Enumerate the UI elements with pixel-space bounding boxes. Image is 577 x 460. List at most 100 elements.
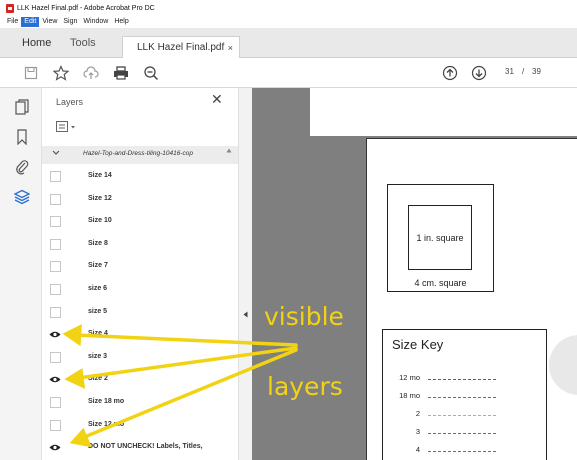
- page-separator: /: [522, 67, 525, 76]
- layers-close-button[interactable]: ✕: [211, 91, 223, 108]
- tab-document[interactable]: LLK Hazel Final.pdf ×: [122, 36, 240, 58]
- annotation-visible: visible: [264, 302, 344, 331]
- eye-visibility-icon[interactable]: [49, 330, 61, 339]
- tab-close-button[interactable]: ×: [228, 37, 233, 59]
- layer-visibility-checkbox[interactable]: [50, 193, 61, 205]
- panel-splitter[interactable]: [238, 88, 252, 460]
- layer-label: Size 12: [88, 194, 112, 202]
- tab-document-label: LLK Hazel Final.pdf: [137, 42, 225, 53]
- layer-label: DO NOT UNCHECK! Labels, Titles,: [88, 443, 203, 451]
- size-key-row: 4: [383, 445, 548, 459]
- total-pages: 39: [532, 67, 541, 76]
- print-icon[interactable]: [112, 64, 130, 82]
- layer-visibility-checkbox[interactable]: [50, 261, 61, 273]
- layer-label: Size 14: [88, 172, 112, 179]
- eye-visibility-icon[interactable]: [49, 443, 61, 452]
- cloud-upload-icon[interactable]: [82, 64, 100, 82]
- size-key-line: [428, 397, 496, 398]
- size-key-box: Size Key 12 mo 18 mo 2 3 4: [382, 329, 547, 460]
- layer-visibility-checkbox[interactable]: [50, 397, 61, 408]
- size-key-label: 18 mo: [399, 391, 420, 400]
- layer-group-label: Hazel-Top-and-Dress-tiling-10416-cop: [83, 150, 193, 157]
- layers-panel-title: Layers: [56, 97, 84, 107]
- size-key-line: [428, 415, 496, 416]
- inner-square-label: 1 in. square: [416, 232, 464, 243]
- layer-row[interactable]: Size 8: [42, 234, 238, 256]
- layer-visibility-checkbox[interactable]: [50, 171, 61, 182]
- inner-test-square: 1 in. square: [408, 205, 472, 270]
- menu-bar: File Edit View Sign Window Help: [0, 16, 577, 28]
- layer-row[interactable]: Size 2: [42, 369, 238, 391]
- layer-row[interactable]: Size 14: [42, 166, 238, 188]
- document-viewport[interactable]: 1 in. square 4 cm. square Size Key 12 mo…: [252, 88, 577, 460]
- layer-visibility-checkbox[interactable]: [50, 419, 61, 431]
- attachments-icon[interactable]: [13, 158, 31, 176]
- annotation-layers: layers: [267, 372, 343, 401]
- menu-file[interactable]: File: [4, 17, 21, 27]
- collapse-panel-icon[interactable]: [243, 311, 248, 320]
- size-key-label: 2: [415, 409, 420, 418]
- save-icon[interactable]: [22, 64, 40, 82]
- page-down-icon[interactable]: [470, 64, 488, 82]
- layers-options-menu[interactable]: [56, 120, 78, 134]
- layer-label: size 6: [88, 285, 108, 292]
- layer-visibility-checkbox[interactable]: [50, 238, 61, 250]
- layer-row[interactable]: Size 4: [42, 324, 238, 346]
- size-key-label: 12 mo: [399, 373, 420, 382]
- layer-row[interactable]: Size 12: [42, 189, 238, 211]
- menu-sign[interactable]: Sign: [60, 17, 80, 27]
- layer-row[interactable]: size 3: [42, 347, 238, 369]
- layer-visibility-checkbox[interactable]: [50, 284, 61, 295]
- layer-row[interactable]: size 5: [42, 302, 238, 324]
- outer-square-label: 4 cm. square: [414, 278, 467, 288]
- size-key-title: Size Key: [392, 337, 444, 352]
- window-title: LLK Hazel Final.pdf - Adobe Acrobat Pro …: [17, 4, 155, 12]
- zoom-out-icon[interactable]: [142, 64, 160, 82]
- tab-bar: Home Tools LLK Hazel Final.pdf ×: [0, 28, 577, 58]
- chevron-down-icon[interactable]: [52, 149, 60, 158]
- layer-label: Size 10: [88, 217, 112, 225]
- size-key-row: 12 mo: [383, 373, 548, 387]
- layer-label: Size 7: [88, 262, 108, 270]
- layer-row[interactable]: Size 12 mo: [42, 415, 238, 437]
- layer-label: size 5: [88, 307, 108, 315]
- layer-row[interactable]: size 6: [42, 279, 238, 301]
- size-key-row: 2: [383, 409, 548, 423]
- menu-window[interactable]: Window: [80, 17, 111, 27]
- pdf-page-current: 1 in. square 4 cm. square Size Key 12 mo…: [366, 138, 577, 460]
- outer-test-square: 1 in. square 4 cm. square: [387, 184, 494, 292]
- size-key-row: 18 mo: [383, 391, 548, 405]
- tab-home[interactable]: Home: [22, 34, 51, 58]
- size-key-line: [428, 379, 496, 380]
- layers-icon[interactable]: [13, 188, 31, 206]
- page-up-icon[interactable]: [441, 64, 459, 82]
- toolbar: 31 / 39: [0, 58, 577, 88]
- menu-view[interactable]: View: [39, 17, 60, 27]
- eye-visibility-icon[interactable]: [49, 375, 61, 384]
- layer-row[interactable]: DO NOT UNCHECK! Labels, Titles,: [42, 437, 238, 459]
- current-page-field[interactable]: 31: [505, 67, 514, 76]
- layer-row[interactable]: Size 10: [42, 211, 238, 233]
- layer-group-header[interactable]: Hazel-Top-and-Dress-tiling-10416-cop: [42, 146, 238, 164]
- size-key-row: 3: [383, 427, 548, 441]
- layer-row[interactable]: Size 18 mo: [42, 392, 238, 414]
- size-key-label: 4: [415, 445, 420, 454]
- bookmark-star-icon[interactable]: [52, 64, 70, 82]
- scroll-up-icon[interactable]: [226, 148, 232, 155]
- layer-visibility-checkbox[interactable]: [50, 216, 61, 228]
- menu-help[interactable]: Help: [111, 17, 131, 27]
- pdf-page-previous: [310, 88, 577, 136]
- tab-tools[interactable]: Tools: [70, 34, 96, 58]
- layer-label: Size 4: [88, 330, 108, 338]
- acrobat-pdf-icon: [6, 3, 14, 13]
- bookmarks-icon[interactable]: [13, 128, 31, 146]
- layer-label: Size 12 mo: [88, 420, 125, 428]
- layer-visibility-checkbox[interactable]: [50, 351, 61, 363]
- layer-row[interactable]: Size 7: [42, 256, 238, 278]
- layer-label: Size 2: [88, 375, 108, 383]
- menu-edit[interactable]: Edit: [21, 17, 40, 27]
- layer-visibility-checkbox[interactable]: [50, 306, 61, 318]
- pages-icon[interactable]: [13, 98, 31, 116]
- layer-label: size 3: [88, 352, 108, 360]
- size-key-line: [428, 433, 496, 434]
